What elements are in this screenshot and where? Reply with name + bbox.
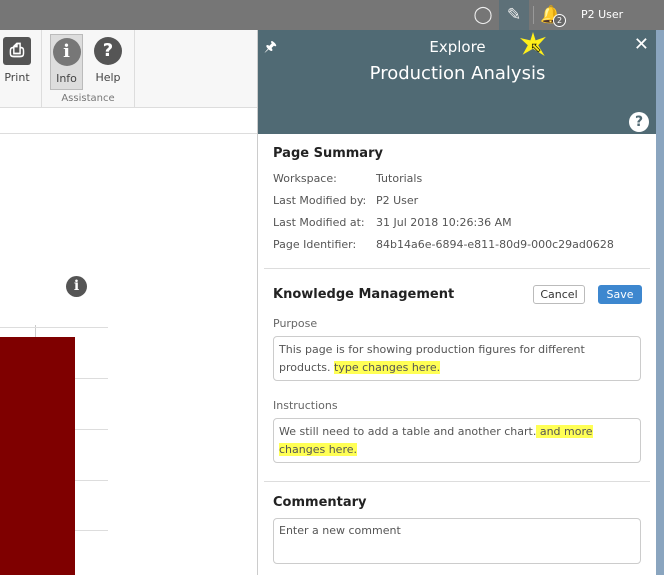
cursor-icon: ⬁ xyxy=(530,40,542,56)
page-summary-heading: Page Summary xyxy=(273,146,383,161)
summary-value: 84b14a6e-6894-e811-80d9-000c29ad0628 xyxy=(376,238,614,251)
print-button[interactable]: ⎙ Print xyxy=(0,34,34,88)
summary-row: Page Identifier: 84b14a6e-6894-e811-80d9-… xyxy=(273,238,614,251)
lightbulb-icon[interactable]: ◯ xyxy=(468,0,498,30)
print-label: Print xyxy=(4,71,30,84)
info-button[interactable]: i Info xyxy=(50,34,83,90)
instructions-text: We still need to add a table and another… xyxy=(279,425,537,438)
purpose-textarea[interactable]: This page is for showing production figu… xyxy=(273,336,641,381)
divider xyxy=(264,481,650,482)
summary-row: Last Modified at: 31 Jul 2018 10:26:36 AM xyxy=(273,216,512,229)
knowledge-management-heading: Knowledge Management xyxy=(273,287,455,302)
panel-title: Explore xyxy=(429,38,486,56)
help-icon: ? xyxy=(94,37,122,65)
cancel-button[interactable]: Cancel xyxy=(533,285,585,304)
summary-row: Workspace: Tutorials xyxy=(273,172,422,185)
help-button[interactable]: ? Help xyxy=(91,34,125,88)
info-label: Info xyxy=(56,72,77,85)
divider xyxy=(533,6,534,24)
summary-value: P2 User xyxy=(376,194,419,207)
top-bar: ◯ ✎ 🔔 2 P2 User xyxy=(0,0,664,30)
summary-label: Last Modified at: xyxy=(273,216,365,229)
info-icon[interactable]: i xyxy=(66,276,87,297)
summary-value: 31 Jul 2018 10:26:36 AM xyxy=(376,216,512,229)
explore-panel: 🖈 Explore Production Analysis ✕ ? Page S… xyxy=(257,30,657,575)
printer-icon: ⎙ xyxy=(3,37,31,65)
help-icon[interactable]: ? xyxy=(629,112,649,132)
divider xyxy=(134,30,135,108)
chart-bar[interactable] xyxy=(0,337,75,575)
close-icon[interactable]: ✕ xyxy=(634,34,649,55)
purpose-label: Purpose xyxy=(273,317,318,330)
save-button[interactable]: Save xyxy=(598,285,642,304)
summary-row: Last Modified by: P2 User xyxy=(273,194,418,207)
gridline xyxy=(0,327,108,328)
comment-input[interactable]: Enter a new comment xyxy=(273,518,641,564)
summary-value: Tutorials xyxy=(376,172,423,185)
sub-toolbar xyxy=(0,108,257,134)
summary-label: Last Modified by: xyxy=(273,194,367,207)
notification-badge: 2 xyxy=(553,14,566,27)
panel-header: 🖈 Explore Production Analysis ✕ ? xyxy=(258,30,657,134)
instructions-textarea[interactable]: We still need to add a table and another… xyxy=(273,418,641,463)
info-icon: i xyxy=(52,38,81,66)
purpose-added-text: type changes here. xyxy=(334,361,441,374)
divider xyxy=(264,268,650,269)
help-label: Help xyxy=(95,71,121,84)
summary-label: Workspace: xyxy=(273,172,337,185)
instructions-label: Instructions xyxy=(273,399,338,412)
user-menu[interactable]: P2 User xyxy=(581,8,623,21)
group-label: Assistance xyxy=(61,93,115,104)
panel-subtitle: Production Analysis xyxy=(369,63,546,84)
commentary-heading: Commentary xyxy=(273,495,367,510)
summary-label: Page Identifier: xyxy=(273,238,357,251)
scrollbar[interactable] xyxy=(656,30,664,575)
pencil-icon[interactable]: ✎ xyxy=(499,0,529,30)
ribbon: ⎙ Print i Info ? Help Assistance xyxy=(0,30,257,108)
